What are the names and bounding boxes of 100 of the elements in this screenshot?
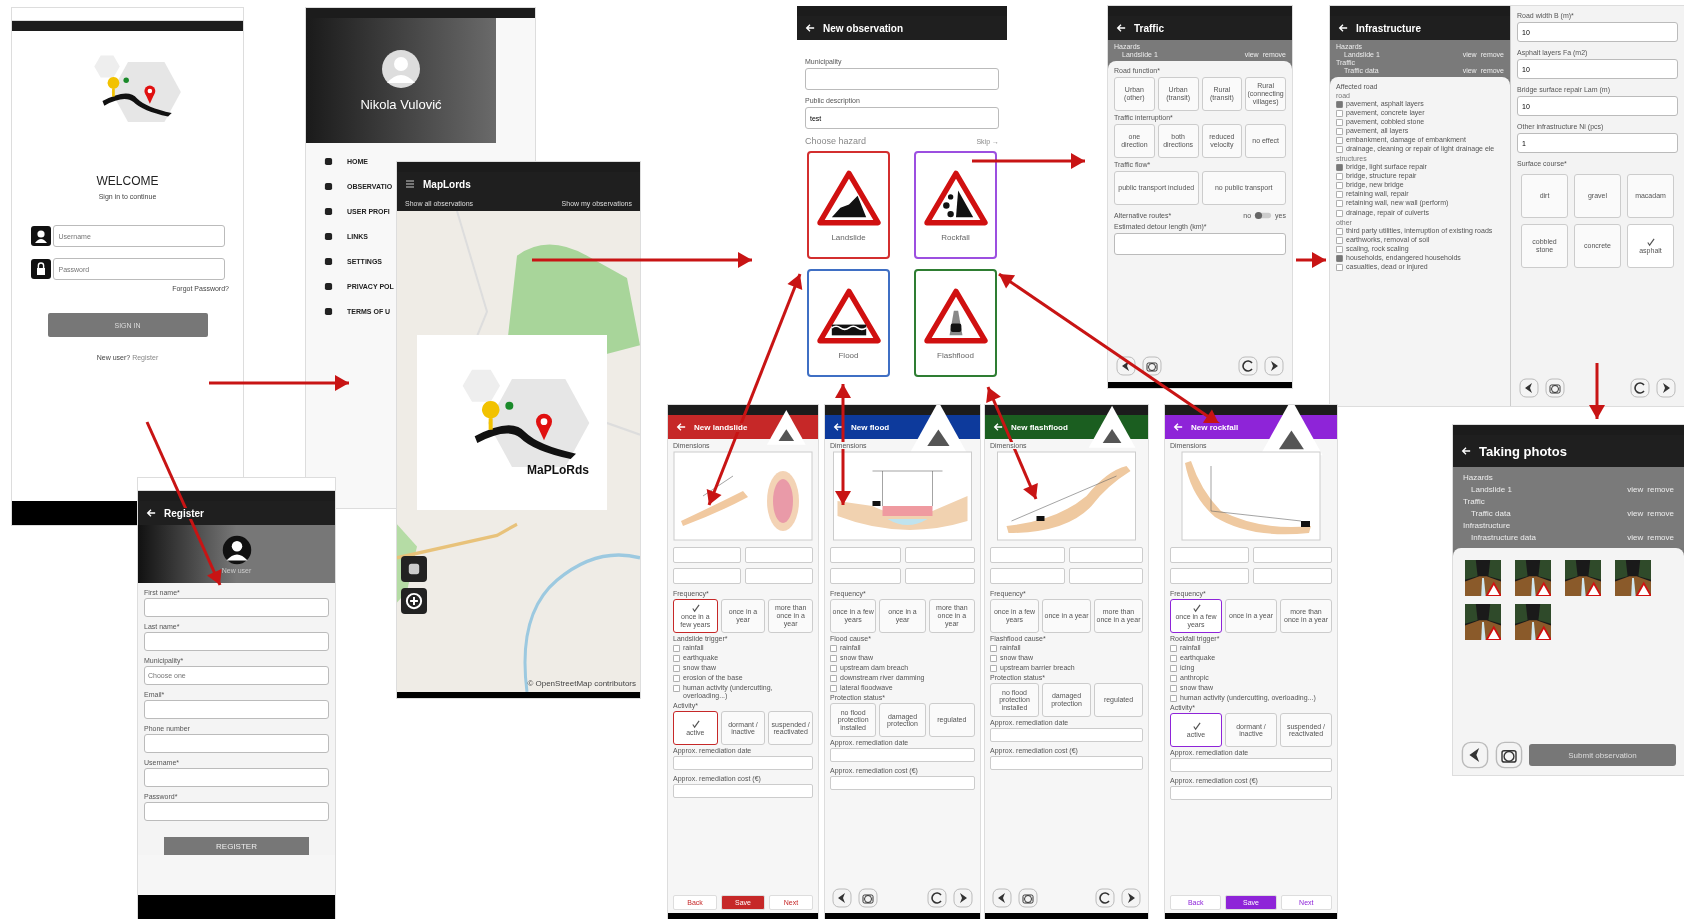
input-field[interactable] [144, 734, 329, 753]
input-field[interactable] [144, 598, 329, 617]
input-field[interactable] [990, 728, 1143, 743]
checkbox[interactable] [1170, 645, 1177, 652]
hazard-card[interactable]: Landslide [807, 151, 890, 259]
checkbox[interactable] [1170, 675, 1177, 683]
checkbox[interactable] [1336, 254, 1343, 262]
previous-button[interactable] [992, 888, 1012, 908]
next-button[interactable] [1264, 356, 1284, 376]
checkbox[interactable] [673, 655, 680, 663]
back-arrow-icon[interactable] [1338, 23, 1348, 33]
summary-link[interactable]: remove [1647, 485, 1674, 494]
refresh-button[interactable] [1095, 888, 1115, 908]
back-arrow-icon[interactable] [833, 422, 843, 432]
back-arrow-icon[interactable] [146, 508, 156, 518]
checkbox[interactable] [1336, 137, 1343, 145]
checkbox[interactable] [830, 655, 837, 663]
input-field[interactable] [1170, 547, 1249, 563]
checkbox[interactable] [1336, 227, 1343, 235]
checkbox[interactable] [1336, 128, 1343, 136]
hazard-card[interactable]: Flashflood [914, 269, 997, 377]
checkbox[interactable] [1336, 263, 1343, 271]
refresh-button[interactable] [1630, 378, 1650, 398]
register-button[interactable]: REGISTER [164, 837, 309, 855]
next-button[interactable] [953, 888, 973, 908]
checkbox[interactable] [1336, 119, 1343, 127]
input-field[interactable] [830, 568, 901, 584]
checkbox[interactable] [990, 655, 997, 663]
back-arrow-icon[interactable] [1116, 23, 1126, 33]
toggle-switch[interactable] [1254, 211, 1273, 220]
checkbox[interactable] [1336, 191, 1343, 199]
input-field[interactable] [673, 756, 813, 771]
checkbox[interactable] [1336, 164, 1343, 172]
input-field[interactable] [1253, 547, 1332, 563]
input-field[interactable] [990, 568, 1065, 584]
refresh-button[interactable] [927, 888, 947, 908]
input-field[interactable] [904, 547, 975, 563]
input-field[interactable] [144, 632, 329, 651]
previous-button[interactable] [832, 888, 852, 908]
input-field[interactable] [990, 547, 1065, 563]
input-field[interactable] [904, 568, 975, 584]
submit-button[interactable]: Submit observation [1529, 744, 1676, 766]
checkbox[interactable] [830, 665, 837, 673]
previous-button[interactable] [1461, 741, 1489, 769]
layers-button[interactable] [401, 556, 427, 582]
checkbox[interactable] [1170, 655, 1177, 663]
input-field[interactable] [830, 776, 975, 791]
checkbox[interactable] [1336, 173, 1343, 181]
summary-link[interactable]: remove [1647, 509, 1674, 518]
input-field[interactable] [990, 756, 1143, 771]
input-field[interactable] [1253, 568, 1332, 584]
checkbox[interactable] [830, 645, 837, 652]
summary-link[interactable]: view [1627, 485, 1644, 494]
checkbox[interactable] [1336, 182, 1343, 190]
camera-button[interactable] [1142, 356, 1162, 376]
back-arrow-icon[interactable] [1461, 446, 1471, 456]
input-field[interactable] [830, 748, 975, 763]
checkbox[interactable] [830, 685, 837, 693]
input-field[interactable] [144, 700, 329, 719]
back-arrow-icon[interactable] [993, 422, 1003, 432]
checkbox[interactable] [673, 675, 680, 683]
summary-link[interactable]: remove [1647, 533, 1674, 542]
input-field[interactable] [144, 768, 329, 787]
input-field[interactable] [745, 568, 813, 584]
camera-button[interactable] [858, 888, 878, 908]
checkbox[interactable] [1336, 146, 1343, 154]
next-button[interactable] [1656, 378, 1676, 398]
input-field[interactable] [1068, 568, 1143, 584]
menu-icon[interactable] [405, 179, 415, 189]
checkbox[interactable] [1336, 236, 1343, 244]
summary-link[interactable]: view [1627, 533, 1644, 542]
checkbox[interactable] [1336, 245, 1343, 253]
camera-button[interactable] [1018, 888, 1038, 908]
input-field[interactable] [805, 68, 999, 90]
input-field[interactable] [144, 802, 329, 821]
input-field[interactable] [1170, 758, 1332, 773]
checkbox[interactable] [1336, 101, 1343, 108]
checkbox[interactable] [1170, 665, 1177, 673]
input-field[interactable] [1114, 233, 1286, 255]
checkbox[interactable] [673, 645, 680, 652]
next-button[interactable] [1121, 888, 1141, 908]
hazard-card[interactable]: Flood [807, 269, 890, 377]
refresh-button[interactable] [1238, 356, 1258, 376]
input-field[interactable] [673, 784, 813, 799]
checkbox[interactable] [990, 665, 997, 673]
input-field[interactable] [830, 547, 901, 563]
back-arrow-icon[interactable] [805, 23, 815, 33]
previous-button[interactable] [1519, 378, 1539, 398]
add-button[interactable] [401, 588, 427, 614]
checkbox[interactable] [673, 665, 680, 673]
camera-button[interactable] [1495, 741, 1523, 769]
input-field[interactable] [673, 547, 741, 563]
input-field[interactable] [1170, 568, 1249, 584]
camera-button[interactable] [1545, 378, 1565, 398]
checkbox[interactable] [990, 645, 997, 652]
input-field[interactable] [1170, 786, 1332, 801]
input-field[interactable] [745, 547, 813, 563]
checkbox[interactable] [1170, 695, 1177, 703]
checkbox[interactable] [1336, 209, 1343, 217]
checkbox[interactable] [1336, 110, 1343, 118]
